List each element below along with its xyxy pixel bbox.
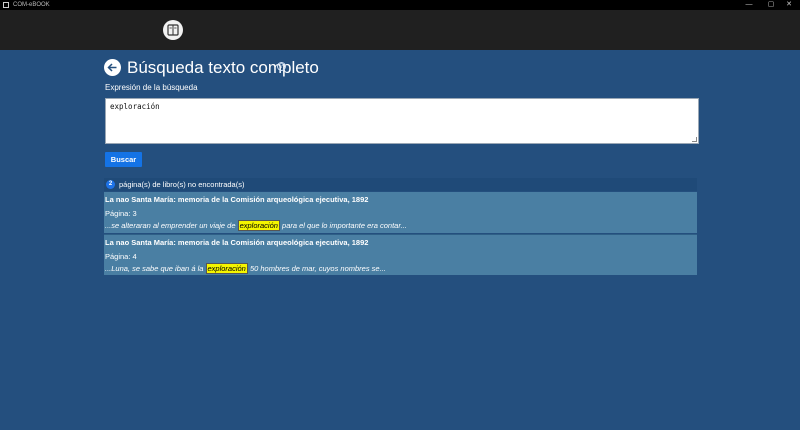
result-title[interactable]: La nao Santa María: memoria de la Comisi… — [105, 195, 368, 204]
results-count-badge: 2 — [106, 180, 115, 189]
search-label: Expresión de la búsqueda — [105, 83, 198, 92]
back-button[interactable] — [104, 59, 121, 76]
result-title[interactable]: La nao Santa María: memoria de la Comisi… — [105, 238, 368, 247]
arrow-left-icon — [107, 63, 117, 72]
close-button[interactable]: ✕ — [778, 0, 800, 10]
search-input-value: exploración — [110, 102, 160, 111]
library-button[interactable] — [163, 20, 183, 40]
results-panel: 2 página(s) de libro(s) no encontrada(s)… — [104, 178, 697, 276]
top-toolbar — [0, 10, 800, 50]
result-item[interactable]: La nao Santa María: memoria de la Comisi… — [104, 192, 697, 233]
result-snippet: ...Luna, se sabe que iban á la exploraci… — [105, 263, 386, 274]
snippet-highlight: exploración — [237, 220, 280, 231]
snippet-after: para el que lo importante era contar... — [279, 221, 407, 230]
result-item[interactable]: La nao Santa María: memoria de la Comisi… — [104, 234, 697, 275]
title-bar: COM-eBOOK — ▢ ✕ — [0, 0, 800, 10]
resize-grip-icon[interactable] — [692, 137, 697, 142]
results-summary: página(s) de libro(s) no encontrada(s) — [119, 180, 245, 189]
book-icon — [167, 24, 179, 36]
page-title: Búsqueda texto completo — [127, 58, 319, 77]
results-header: 2 página(s) de libro(s) no encontrada(s) — [104, 178, 697, 191]
app-icon — [3, 2, 9, 8]
minimize-button[interactable]: — — [738, 0, 760, 10]
result-snippet: ...se alteraran al emprender un viaje de… — [105, 220, 407, 231]
help-icon[interactable]: ? — [277, 62, 286, 71]
result-page: Página: 4 — [105, 252, 137, 261]
search-input[interactable]: exploración — [105, 98, 699, 144]
search-button[interactable]: Buscar — [105, 152, 142, 167]
snippet-after: 50 hombres de mar, cuyos nombres se... — [247, 264, 386, 273]
snippet-before: ...se alteraran al emprender un viaje de — [105, 221, 238, 230]
snippet-before: ...Luna, se sabe que iban á la — [105, 264, 206, 273]
snippet-highlight: exploración — [205, 263, 248, 274]
window-title: COM-eBOOK — [13, 2, 50, 8]
result-page: Página: 3 — [105, 209, 137, 218]
